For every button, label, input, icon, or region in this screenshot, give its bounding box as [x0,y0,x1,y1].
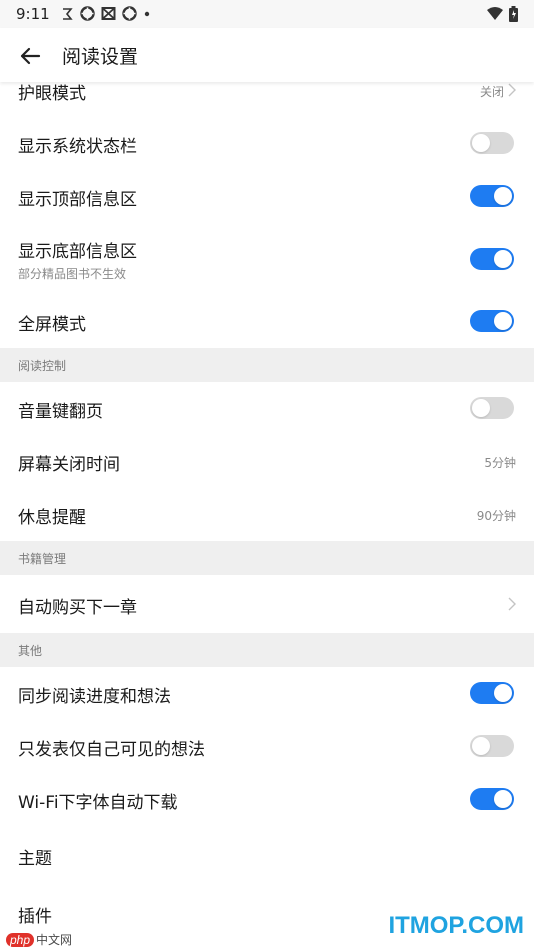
setting-label: 屏幕关闭时间 [18,455,120,475]
page-title: 阅读设置 [62,46,139,68]
setting-eye-protection[interactable]: 护眼模式 关闭 [0,82,534,118]
setting-label: 显示底部信息区 [18,242,137,262]
notification-clip-icon [101,7,116,20]
setting-label: 主题 [18,849,52,869]
setting-label: 显示顶部信息区 [18,190,137,210]
notification-ring-icon [80,6,95,21]
setting-rest-reminder[interactable]: 休息提醒 90分钟 [0,488,534,541]
wifi-icon [487,7,503,20]
chevron-right-icon [508,597,516,611]
battery-icon [509,6,518,22]
toggle-switch[interactable] [470,310,514,332]
settings-list: 护眼模式 关闭 显示系统状态栏 显示顶部信息区 显示底部信息区 部分精品图书不生… [0,82,534,942]
toggle-switch[interactable] [470,185,514,207]
setting-volume-key-page-turn[interactable]: 音量键翻页 [0,382,534,436]
setting-value: 90分钟 [476,509,516,523]
setting-private-thoughts-only[interactable]: 只发表仅自己可见的想法 [0,720,534,774]
section-label: 阅读控制 [18,359,67,373]
setting-value: 关闭 [479,85,504,99]
toggle-switch[interactable] [470,682,514,704]
section-header-book-management: 书籍管理 [0,541,534,575]
setting-label: 护眼模式 [18,84,86,104]
back-arrow-icon [20,47,41,65]
notification-ring2-icon [122,6,137,21]
setting-label: 显示系统状态栏 [18,137,137,157]
toggle-knob [472,737,490,755]
section-header-reading-control: 阅读控制 [0,348,534,382]
setting-sync-progress-thoughts[interactable]: 同步阅读进度和想法 [0,667,534,721]
setting-label: 全屏模式 [18,315,86,335]
toggle-switch[interactable] [470,132,514,154]
setting-label: 只发表仅自己可见的想法 [18,740,205,760]
setting-label: 自动购买下一章 [18,598,137,618]
setting-wifi-font-download[interactable]: Wi-Fi下字体自动下载 [0,773,534,827]
notification-icons [60,6,151,21]
toggle-knob [494,790,512,808]
toggle-switch[interactable] [470,735,514,757]
setting-label: 插件 [18,907,52,927]
toggle-knob [472,134,490,152]
status-bar: 9:11 [0,0,534,28]
back-button[interactable] [14,40,46,72]
toggle-knob [494,250,512,268]
toggle-switch[interactable] [470,248,514,270]
section-label: 书籍管理 [18,552,67,566]
status-time: 9:11 [16,5,50,23]
chevron-right-icon [508,83,516,97]
section-label: 其他 [18,644,43,658]
setting-subtitle: 部分精品图书不生效 [18,267,127,281]
watermark-site-text: 中文网 [36,933,73,947]
watermark-site: php 中文网 [6,931,72,948]
toggle-switch[interactable] [470,397,514,419]
notification-dot-icon [144,11,150,16]
toggle-switch[interactable] [470,788,514,810]
watermark-brand: ITMOP.COM [388,912,524,939]
watermark-php: php [6,933,35,947]
notification-app-icon [63,7,73,20]
toggle-knob [494,187,512,205]
app-toolbar: 阅读设置 [0,28,534,82]
toggle-knob [494,684,512,702]
section-header-other: 其他 [0,633,534,667]
setting-theme[interactable]: 主题 [0,826,534,885]
setting-show-system-status-bar[interactable]: 显示系统状态栏 [0,117,534,171]
toggle-knob [494,312,512,330]
toggle-knob [472,399,490,417]
setting-show-top-info[interactable]: 显示顶部信息区 [0,170,534,224]
setting-show-bottom-info[interactable]: 显示底部信息区 部分精品图书不生效 [0,223,534,296]
setting-value: 5分钟 [484,456,516,470]
setting-auto-buy-next-chapter[interactable]: 自动购买下一章 [0,575,534,633]
settings-content[interactable]: 护眼模式 关闭 显示系统状态栏 显示顶部信息区 显示底部信息区 部分精品图书不生… [0,82,534,950]
setting-screen-off-time[interactable]: 屏幕关闭时间 5分钟 [0,435,534,489]
setting-label: 休息提醒 [18,508,86,528]
setting-label: Wi-Fi下字体自动下载 [18,793,178,813]
setting-label: 音量键翻页 [18,402,103,422]
setting-fullscreen[interactable]: 全屏模式 [0,295,534,348]
setting-label: 同步阅读进度和想法 [18,687,171,707]
system-icons [487,6,518,22]
